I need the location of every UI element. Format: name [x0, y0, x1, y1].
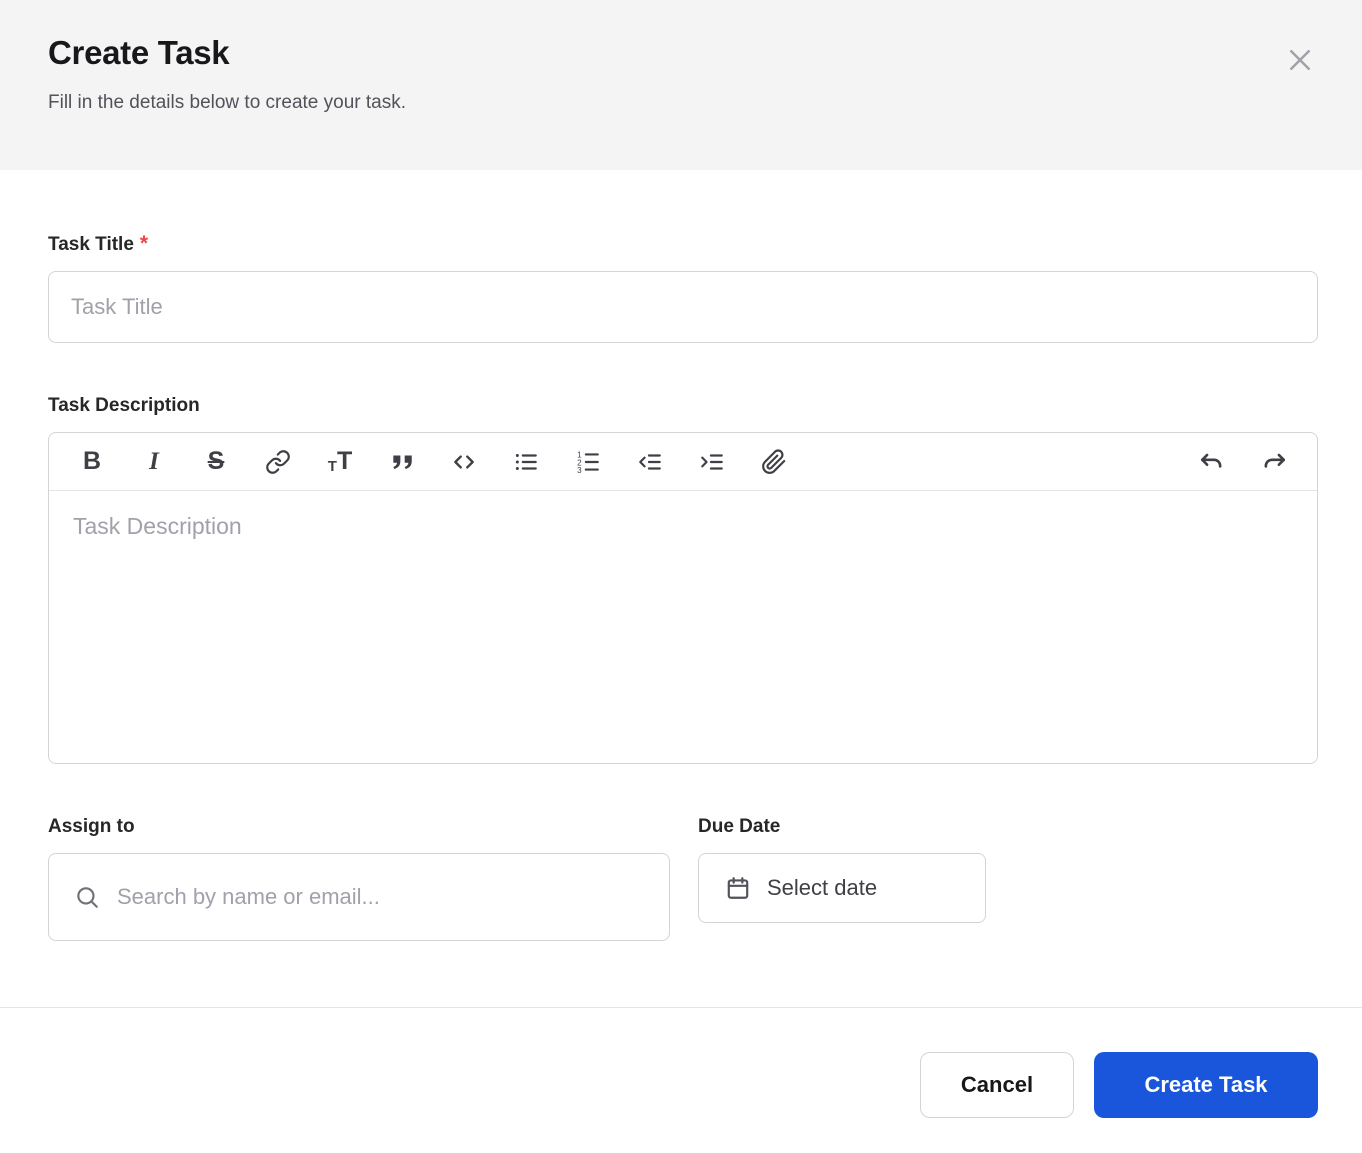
modal-body: Task Title * Task Description B I S [0, 170, 1362, 941]
bold-button[interactable]: B [69, 441, 115, 483]
svg-text:3: 3 [577, 465, 582, 474]
cancel-button[interactable]: Cancel [920, 1052, 1074, 1118]
outdent-button[interactable] [627, 441, 673, 483]
link-button[interactable] [255, 441, 301, 483]
due-date-label: Due Date [698, 816, 986, 838]
indent-button[interactable] [689, 441, 735, 483]
italic-icon: I [149, 448, 159, 476]
bullet-list-button[interactable] [503, 441, 549, 483]
undo-icon [1199, 449, 1225, 475]
calendar-icon [725, 875, 751, 901]
blockquote-button[interactable] [379, 441, 425, 483]
attachment-button[interactable] [751, 441, 797, 483]
indent-icon [699, 449, 725, 475]
task-description-field: Task Description B I S [48, 395, 1318, 764]
strikethrough-icon: S [208, 447, 225, 476]
description-editor: B I S [48, 432, 1318, 764]
task-title-field: Task Title * [48, 232, 1318, 343]
create-task-modal: Create Task Fill in the details below to… [0, 0, 1362, 1150]
undo-button[interactable] [1189, 441, 1235, 483]
modal-title: Create Task [48, 34, 1314, 72]
due-date-button-label: Select date [767, 875, 877, 901]
outdent-icon [637, 449, 663, 475]
assign-to-label: Assign to [48, 816, 670, 838]
strikethrough-button[interactable]: S [193, 441, 239, 483]
task-description-input[interactable] [49, 491, 1317, 763]
close-button[interactable] [1282, 42, 1318, 78]
required-asterisk: * [140, 232, 148, 255]
code-icon [451, 449, 477, 475]
task-title-label-text: Task Title [48, 234, 134, 255]
close-icon [1285, 45, 1315, 75]
due-date-field: Due Date Select date [698, 816, 986, 923]
modal-header: Create Task Fill in the details below to… [0, 0, 1362, 170]
attachment-icon [761, 449, 787, 475]
assignee-search-wrapper [48, 853, 670, 941]
ordered-list-button[interactable]: 1 2 3 [565, 441, 611, 483]
create-task-button[interactable]: Create Task [1094, 1052, 1318, 1118]
assign-due-row: Assign to Due Date S [48, 816, 1318, 941]
bullet-list-icon [513, 449, 539, 475]
bold-icon: B [83, 447, 101, 476]
code-button[interactable] [441, 441, 487, 483]
task-description-label: Task Description [48, 395, 1318, 417]
font-size-icon: TT [328, 449, 352, 474]
modal-footer: Cancel Create Task [0, 1007, 1362, 1150]
ordered-list-icon: 1 2 3 [575, 449, 601, 475]
assignee-search-input[interactable] [48, 853, 670, 941]
task-title-label: Task Title * [48, 232, 1318, 256]
task-title-input[interactable] [48, 271, 1318, 343]
blockquote-icon [389, 449, 415, 475]
link-icon [265, 449, 291, 475]
redo-icon [1261, 449, 1287, 475]
modal-subtitle: Fill in the details below to create your… [48, 92, 1314, 114]
font-size-button[interactable]: TT [317, 441, 363, 483]
redo-button[interactable] [1251, 441, 1297, 483]
assign-to-field: Assign to [48, 816, 670, 941]
due-date-button[interactable]: Select date [698, 853, 986, 923]
italic-button[interactable]: I [131, 441, 177, 483]
editor-toolbar: B I S [49, 433, 1317, 491]
